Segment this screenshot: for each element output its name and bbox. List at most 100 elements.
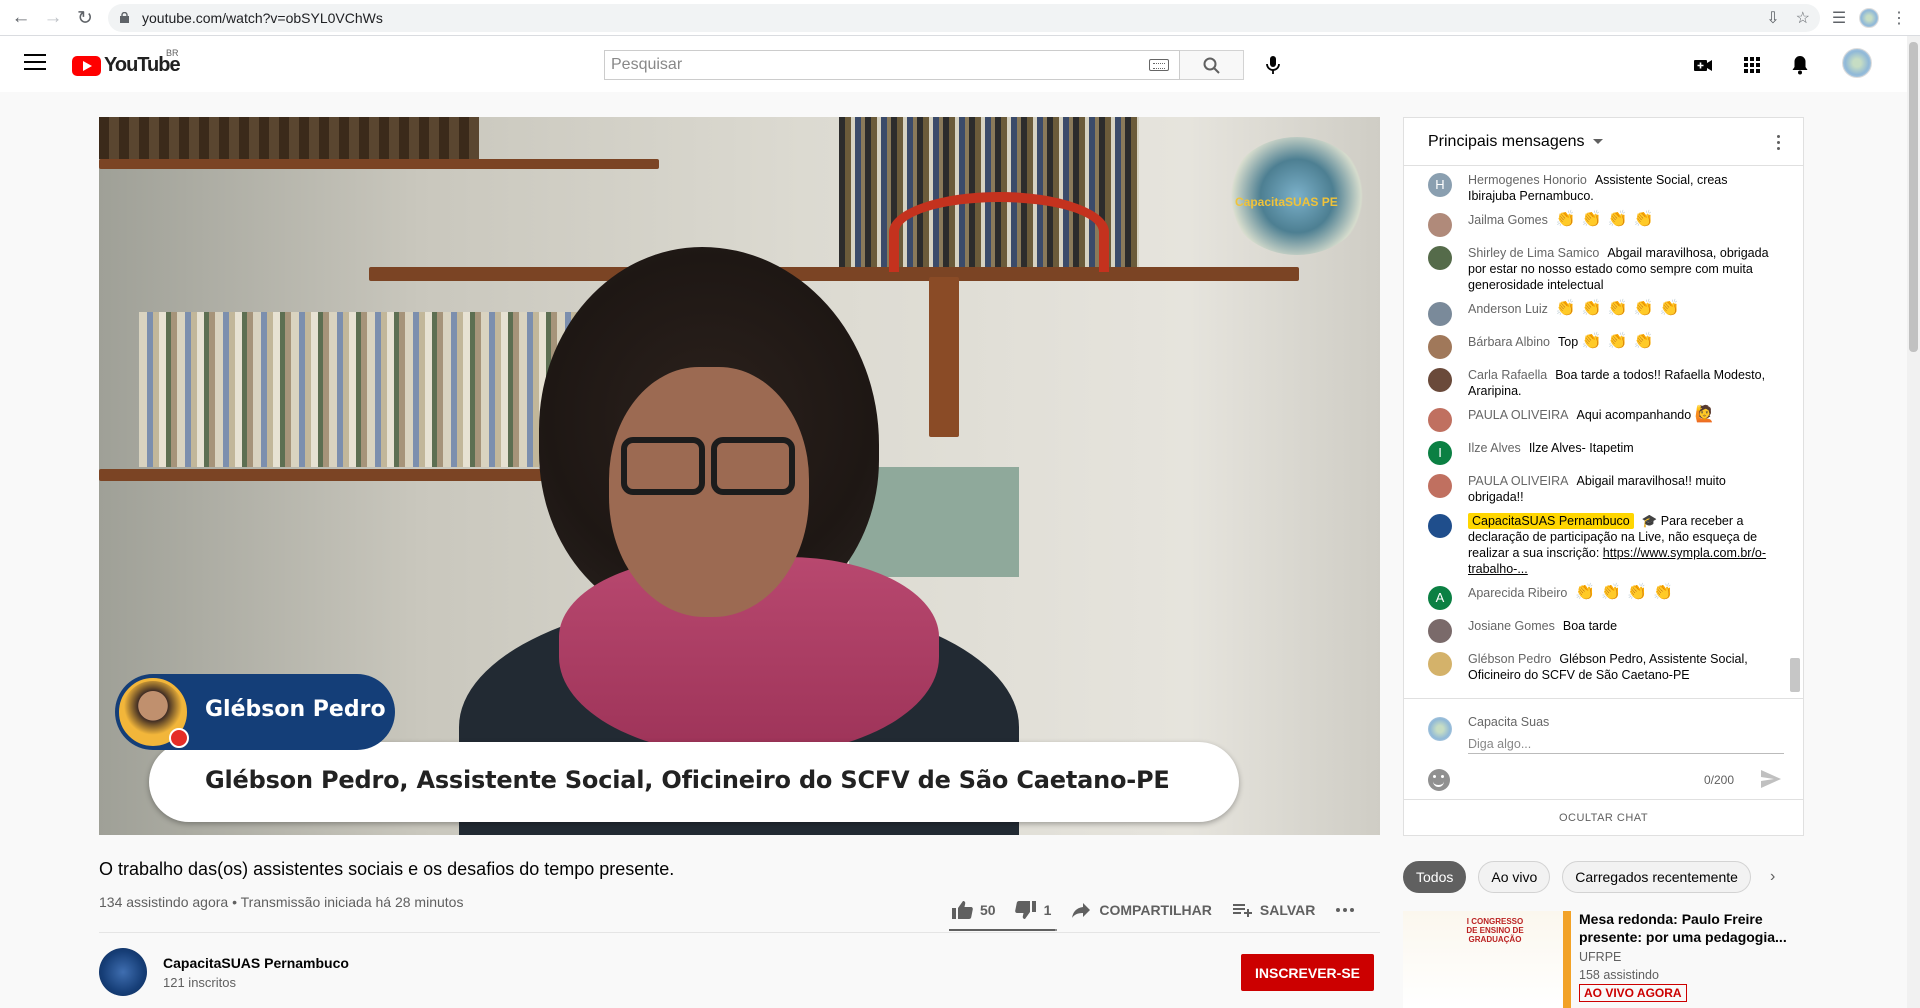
chat-author-name[interactable]: CapacitaSUAS Pernambuco	[1468, 513, 1634, 529]
bookmark-star-icon[interactable]: ☆	[1796, 8, 1810, 28]
address-bar[interactable]: youtube.com/watch?v=obSYL0VChWs ⇩ ☆	[108, 4, 1820, 32]
chat-author-avatar	[1428, 514, 1452, 538]
video-title: O trabalho das(os) assistentes sociais e…	[99, 859, 675, 879]
subscribe-button[interactable]: INSCREVER-SE	[1241, 954, 1374, 991]
lower-third-caption: Glébson Pedro, Assistente Social, Oficin…	[149, 742, 1239, 822]
chat-message[interactable]: I Ilze Alves Ilze Alves- Itapetim	[1404, 436, 1788, 469]
chat-message[interactable]: Anderson Luiz 👏👏👏👏👏	[1404, 297, 1788, 330]
video-player[interactable]: CapacitaSUAS PE Glébson Pedro, Assistent…	[99, 117, 1380, 835]
chat-message[interactable]: Jailma Gomes 👏👏👏👏	[1404, 208, 1788, 241]
chat-message-text: Boa tarde	[1562, 619, 1618, 633]
like-button[interactable]: 50	[950, 898, 996, 922]
page-scrollbar-thumb[interactable]	[1909, 42, 1918, 352]
browser-menu-icon[interactable]: ⋮	[1886, 6, 1912, 30]
recommended-video-title[interactable]: Mesa redonda: Paulo Freire presente: por…	[1579, 910, 1789, 946]
chat-author-avatar: A	[1428, 586, 1452, 610]
recommended-video-thumbnail[interactable]: I CONGRESSO DE ENSINO DE GRADUAÇÃO	[1403, 911, 1571, 1008]
share-arrow-icon	[1072, 903, 1091, 918]
chat-message[interactable]: CapacitaSUAS Pernambuco 🎓 Para receber a …	[1404, 509, 1788, 581]
menu-icon[interactable]	[24, 54, 46, 74]
chat-message[interactable]: PAULA OLIVEIRA Aqui acompanhando 🙋	[1404, 403, 1788, 436]
filter-chips: Todos Ao vivo Carregados recentemente	[1403, 861, 1751, 893]
chat-message-text: Top	[1558, 335, 1579, 349]
account-avatar[interactable]	[1842, 48, 1872, 78]
chat-author-name[interactable]: Bárbara Albino	[1468, 335, 1550, 349]
page-scrollbar[interactable]	[1907, 36, 1920, 1008]
chat-message[interactable]: H Hermogenes Honorio Assistente Social, cr…	[1404, 168, 1788, 208]
mic-icon[interactable]	[1260, 52, 1286, 78]
create-video-icon[interactable]	[1690, 52, 1716, 78]
chat-mode-dropdown[interactable]: Principais mensagens	[1428, 133, 1603, 151]
chat-message-body: CapacitaSUAS Pernambuco 🎓 Para receber a …	[1468, 513, 1772, 577]
chat-message[interactable]: Shirley de Lima Samico Abgail maravilhosa…	[1404, 241, 1788, 297]
shelf	[99, 159, 659, 169]
chat-mode-label: Principais mensagens	[1428, 133, 1585, 150]
hide-chat-button[interactable]: OCULTAR CHAT	[1404, 799, 1803, 835]
chat-more-options-icon[interactable]	[1777, 135, 1781, 151]
emoji-smiley-icon[interactable]	[1428, 769, 1450, 791]
share-button[interactable]: COMPARTILHAR	[1069, 898, 1212, 922]
clap-emoji-icon: 🙋	[1694, 406, 1721, 423]
glasses-left-lens	[621, 437, 705, 495]
chevron-right-icon[interactable]: ›	[1770, 868, 1775, 886]
chat-author-name[interactable]: Anderson Luiz	[1468, 302, 1548, 316]
apps-grid-icon[interactable]	[1739, 52, 1765, 78]
chat-author-name[interactable]: Carla Rafaella	[1468, 368, 1547, 382]
chip-carregados-recentemente[interactable]: Carregados recentemente	[1562, 861, 1751, 893]
profile-avatar-icon[interactable]	[1856, 6, 1882, 30]
clap-emoji-icon: 👏👏👏👏👏	[1555, 300, 1686, 317]
chat-message[interactable]: Bárbara Albino Top 👏👏👏	[1404, 330, 1788, 363]
chat-author-avatar	[1428, 335, 1452, 359]
forward-icon[interactable]: →	[38, 0, 68, 36]
chat-message-body: Glébson Pedro Glébson Pedro, Assistente S…	[1468, 651, 1772, 683]
chip-todos[interactable]: Todos	[1403, 861, 1467, 893]
chat-author-name[interactable]: Josiane Gomes	[1468, 619, 1555, 633]
chat-author-name[interactable]: Aparecida Ribeiro	[1468, 586, 1567, 600]
divider	[99, 932, 1380, 933]
chat-author-name[interactable]: Hermogenes Honorio	[1468, 173, 1587, 187]
reload-icon[interactable]: ↻	[70, 0, 100, 36]
notifications-bell-icon[interactable]	[1787, 52, 1813, 78]
channel-name[interactable]: CapacitaSUAS Pernambuco	[163, 955, 349, 971]
chat-message-input[interactable]	[1468, 734, 1784, 754]
chat-author-avatar	[1428, 246, 1452, 270]
search-button[interactable]	[1180, 50, 1244, 80]
chat-author-avatar	[1428, 619, 1452, 643]
chat-author-name[interactable]: Shirley de Lima Samico	[1468, 246, 1599, 260]
chat-message-body: Shirley de Lima Samico Abgail maravilhosa…	[1468, 245, 1772, 293]
keyboard-icon[interactable]	[1149, 59, 1169, 71]
chat-author-name[interactable]: PAULA OLIVEIRA	[1468, 474, 1569, 488]
chat-message[interactable]: Glébson Pedro Glébson Pedro, Assistente S…	[1404, 647, 1788, 687]
chat-author-name[interactable]: Ilze Alves	[1468, 441, 1521, 455]
chat-message[interactable]: Carla Rafaella Boa tarde a todos!! Rafael…	[1404, 363, 1788, 403]
dislike-button[interactable]: 1	[1014, 898, 1051, 922]
back-icon[interactable]: ←	[6, 0, 36, 36]
youtube-play-icon	[72, 55, 101, 76]
chat-message-body: Jailma Gomes 👏👏👏👏	[1468, 212, 1772, 237]
clap-emoji-icon: 👏👏👏👏	[1575, 584, 1680, 601]
youtube-logo[interactable]: YouTube BR	[72, 48, 181, 77]
recommended-channel[interactable]: UFRPE	[1579, 950, 1621, 964]
glasses-right-lens	[711, 437, 795, 495]
chat-author-name[interactable]: PAULA OLIVEIRA	[1468, 408, 1569, 422]
search-input[interactable]	[605, 51, 1105, 79]
chat-message[interactable]: Josiane Gomes Boa tarde	[1404, 614, 1788, 647]
channel-subscribers: 121 inscritos	[163, 975, 236, 990]
chat-author-name[interactable]: Jailma Gomes	[1468, 213, 1548, 227]
clap-emoji-icon: 👏👏👏	[1581, 333, 1660, 350]
chat-message[interactable]: A Aparecida Ribeiro 👏👏👏👏	[1404, 581, 1788, 614]
send-icon[interactable]	[1760, 769, 1782, 789]
install-icon[interactable]: ⇩	[1766, 8, 1779, 28]
more-actions-icon[interactable]	[1333, 898, 1357, 922]
chat-scrollbar-thumb[interactable]	[1790, 658, 1800, 692]
lower-third-name-pill: Glébson Pedro	[115, 674, 395, 750]
shelf-bracket	[929, 277, 959, 437]
chat-message[interactable]: PAULA OLIVEIRA Abigail maravilhosa!! muit…	[1404, 469, 1788, 509]
chip-ao-vivo[interactable]: Ao vivo	[1478, 861, 1551, 893]
channel-avatar[interactable]	[99, 948, 147, 996]
chat-author-name[interactable]: Glébson Pedro	[1468, 652, 1551, 666]
reading-list-icon[interactable]: ☰	[1826, 6, 1852, 30]
chat-messages[interactable]: H Hermogenes Honorio Assistente Social, cr…	[1404, 168, 1788, 696]
save-button[interactable]: SALVAR	[1230, 898, 1315, 922]
chat-message-body: Hermogenes Honorio Assistente Social, cre…	[1468, 172, 1772, 204]
